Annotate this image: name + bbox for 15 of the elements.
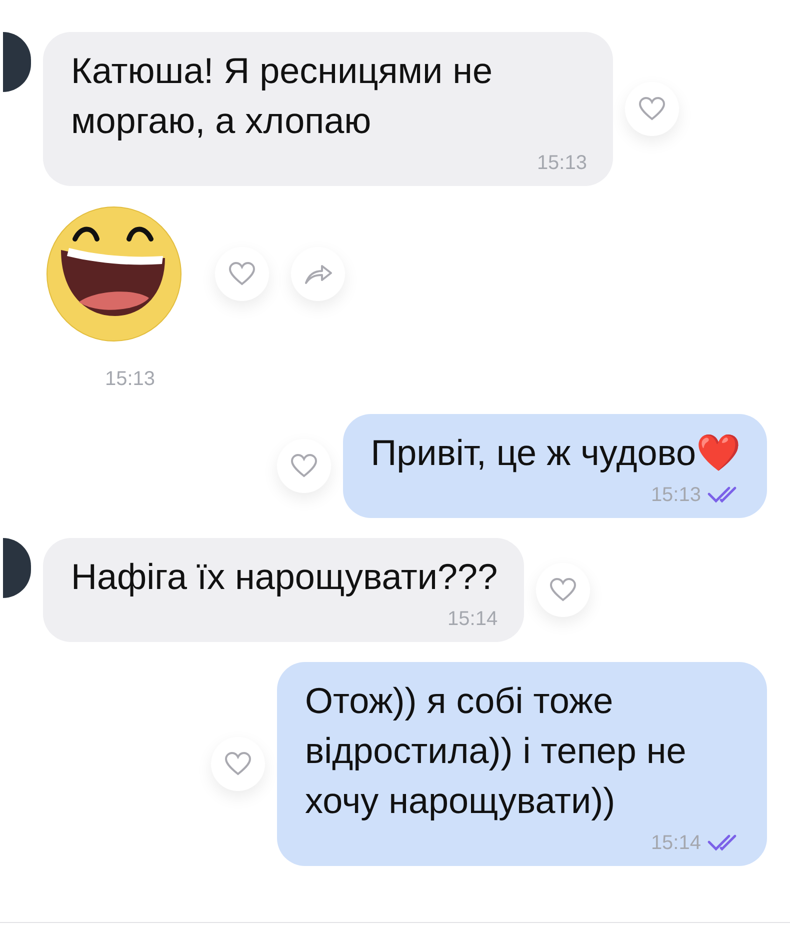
- message-time: 15:13: [105, 367, 156, 392]
- message-text: Нафіга їх нарощувати???: [71, 555, 498, 599]
- message-time: 15:14: [448, 607, 498, 632]
- heart-icon: [548, 577, 577, 603]
- heart-icon: [228, 261, 256, 287]
- heart-icon: [290, 453, 318, 479]
- message-text: Катюша! Я ресницями не моргаю, а хлопаю: [71, 49, 494, 143]
- share-icon: [303, 262, 333, 286]
- message-time: 15:14: [650, 831, 701, 856]
- heart-icon: [638, 96, 666, 122]
- heart-icon: [224, 751, 252, 777]
- message-text: Отож)) я собі тоже відростила)) і тепер не хочу нарощувати)): [305, 679, 688, 823]
- message-time: 15:13: [536, 151, 587, 176]
- message-time: 15:13: [650, 483, 701, 508]
- message-text: Привіт, це ж чудово❤: [370, 431, 741, 475]
